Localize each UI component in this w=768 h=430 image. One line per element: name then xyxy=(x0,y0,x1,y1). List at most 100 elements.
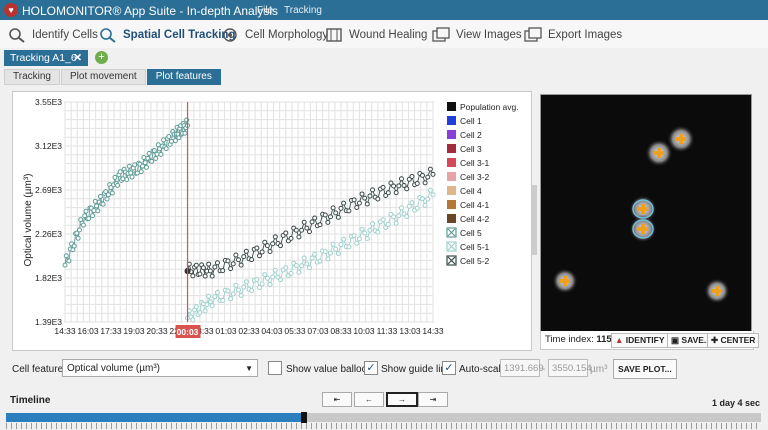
legend-label: Cell 3-2 xyxy=(460,172,490,182)
data-point xyxy=(259,281,265,287)
x-tick-label: 11:33 xyxy=(377,326,398,336)
min-value-field[interactable]: 1391.669 xyxy=(500,359,544,377)
data-point xyxy=(364,236,370,242)
show-value-balloons-checkbox[interactable] xyxy=(268,361,282,375)
data-point xyxy=(90,213,96,219)
data-point xyxy=(141,155,147,161)
data-point xyxy=(117,169,123,175)
add-tab-icon[interactable]: + xyxy=(95,51,108,64)
data-point xyxy=(317,258,323,264)
subtab-plot-movement[interactable]: Plot movement xyxy=(60,69,146,85)
y-tick-label: 1.82E3 xyxy=(35,273,62,283)
data-point xyxy=(375,196,381,202)
data-point xyxy=(270,241,276,247)
data-point xyxy=(391,183,397,189)
data-point xyxy=(385,221,391,227)
legend-label: Cell 4-1 xyxy=(460,200,490,210)
document-tab-bar: Tracking A1_6 ✕ + xyxy=(0,48,768,66)
show-guide-line-checkbox[interactable]: ✓ xyxy=(364,361,378,375)
y-axis-label: Optical volume (µm³) xyxy=(23,174,34,267)
legend-swatch xyxy=(447,214,456,223)
data-point xyxy=(322,249,328,255)
data-point xyxy=(149,158,155,164)
data-point xyxy=(330,241,336,247)
data-point xyxy=(190,273,196,279)
data-point xyxy=(306,265,312,271)
data-point xyxy=(354,240,360,246)
next-frame-icon: → xyxy=(398,395,406,404)
data-point xyxy=(238,292,244,298)
previous-frame-button[interactable]: ← xyxy=(354,392,384,407)
timeline-duration: 1 day 4 sec xyxy=(711,398,760,408)
data-point xyxy=(228,266,234,272)
panel-splitter[interactable] xyxy=(532,185,537,255)
data-point xyxy=(354,205,360,211)
data-point xyxy=(301,255,307,261)
identify-cells-button[interactable]: Identify Cells xyxy=(8,26,98,44)
spatial-cell-tracking-button[interactable]: Spatial Cell Tracking xyxy=(99,26,235,44)
timeline-thumb[interactable] xyxy=(301,412,308,423)
data-point xyxy=(325,219,331,225)
center-button[interactable]: ✚ CENTER xyxy=(707,333,760,348)
menu-tracking[interactable]: Tracking xyxy=(284,5,322,16)
timeline-ticks xyxy=(6,423,761,429)
y-tick-label: 2.26E3 xyxy=(35,229,62,239)
auto-scale-checkbox[interactable]: ✓ xyxy=(442,361,456,375)
save-image-button[interactable]: ▣ SAVE.. xyxy=(667,333,713,348)
data-point xyxy=(86,215,92,221)
x-tick-label: 08:33 xyxy=(330,326,352,336)
data-point xyxy=(220,268,226,274)
data-point xyxy=(404,213,410,219)
legend-swatch xyxy=(447,144,456,153)
wound-healing-button[interactable]: Wound Healing xyxy=(325,26,427,44)
chevron-down-icon: ▼ xyxy=(245,364,253,373)
data-point xyxy=(406,203,412,209)
subtab-tracking[interactable]: Tracking xyxy=(4,69,60,85)
time-index: Time index: 115 xyxy=(545,334,612,345)
data-point xyxy=(267,249,273,255)
timeline-track[interactable] xyxy=(6,412,761,423)
view-images-button[interactable]: View Images xyxy=(432,26,522,44)
data-point xyxy=(264,275,270,281)
close-icon[interactable]: ✕ xyxy=(73,50,82,66)
identify-button[interactable]: ▲ IDENTIFY xyxy=(611,333,669,348)
data-point xyxy=(341,200,347,206)
tab-label: Tracking A1_6 xyxy=(10,52,77,64)
save-plot-button[interactable]: SAVE PLOT... xyxy=(613,359,677,379)
next-frame-button[interactable]: → xyxy=(386,392,418,407)
data-point xyxy=(346,208,352,214)
data-point xyxy=(278,277,284,283)
data-point xyxy=(206,261,212,267)
data-point xyxy=(362,230,368,236)
cell-image-view[interactable] xyxy=(540,94,752,332)
data-point xyxy=(327,250,333,256)
data-point xyxy=(306,229,312,235)
data-point xyxy=(404,186,410,192)
export-images-button[interactable]: Export Images xyxy=(524,26,622,44)
data-point xyxy=(288,270,294,276)
data-point xyxy=(154,151,160,157)
max-value-field[interactable]: 3550.154 xyxy=(548,359,592,377)
data-point xyxy=(262,272,268,278)
timeline-progress xyxy=(6,413,305,422)
data-point xyxy=(409,173,415,179)
first-frame-button[interactable]: ⇤ xyxy=(322,392,352,407)
subtab-plot-features[interactable]: Plot features xyxy=(146,69,221,85)
feature-plot[interactable]: 3.55E33.12E32.69E32.26E31.82E31.39E3 14:… xyxy=(13,92,531,350)
toolbar-label: Export Images xyxy=(548,29,623,41)
identify-icon: ▲ xyxy=(615,335,624,345)
data-point xyxy=(346,244,352,250)
tab-tracking-a1-6[interactable]: Tracking A1_6 ✕ xyxy=(4,50,88,66)
last-frame-button[interactable]: ⇥ xyxy=(418,392,448,407)
data-point xyxy=(193,304,199,310)
y-tick-label: 2.69E3 xyxy=(35,185,62,195)
data-point xyxy=(220,297,226,303)
cell-morphology-button[interactable]: Cell Morphology xyxy=(221,26,328,44)
data-point xyxy=(299,263,305,269)
time-index-value: 115 xyxy=(596,334,612,345)
image-toolbar: Time index: 115 ▲ IDENTIFY ▣ SAVE.. ✚ CE… xyxy=(540,331,760,350)
data-point xyxy=(207,299,213,305)
cell-feature-select[interactable]: Optical volume (µm³) ▼ xyxy=(62,359,258,377)
menu-file[interactable]: File xyxy=(257,5,273,16)
data-point xyxy=(398,205,404,211)
